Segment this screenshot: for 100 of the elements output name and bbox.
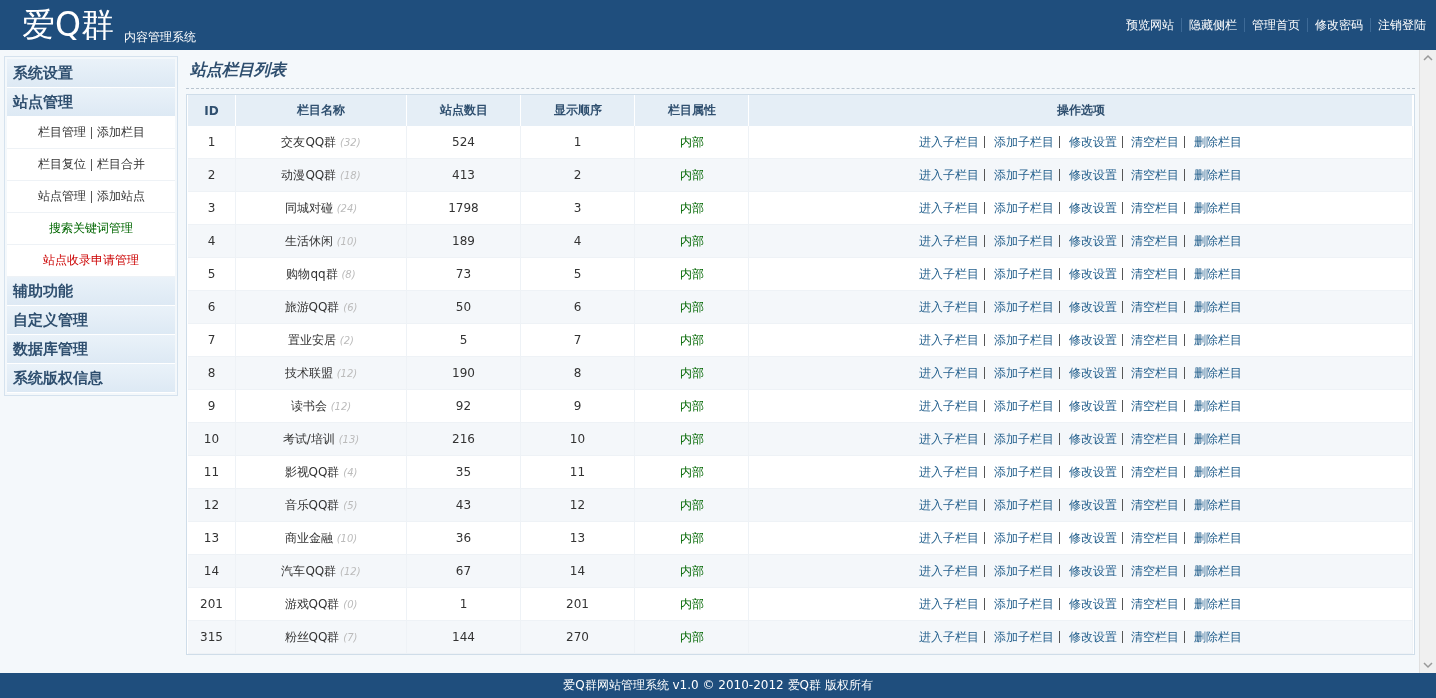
action-link[interactable]: 添加子栏目 [993,299,1054,314]
table-cell: 11 [520,455,635,489]
action-link[interactable]: 删除栏目 [1194,332,1243,347]
action-link[interactable]: 进入子栏目 [918,365,979,380]
sidebar-link[interactable]: 添加栏目 [96,124,145,141]
action-link[interactable]: 清空栏目 [1131,497,1180,512]
action-link[interactable]: 添加子栏目 [993,266,1054,281]
action-link[interactable]: 进入子栏目 [918,266,979,281]
sidebar-link[interactable]: 栏目管理 [37,124,86,141]
action-link[interactable]: 进入子栏目 [918,200,979,215]
header-link[interactable]: 注销登陆 [1378,16,1426,34]
sidebar-section-title[interactable]: 系统版权信息 [7,364,175,393]
action-link[interactable]: 清空栏目 [1131,563,1180,578]
action-link[interactable]: 删除栏目 [1194,299,1243,314]
action-link[interactable]: 添加子栏目 [993,233,1054,248]
action-link[interactable]: 清空栏目 [1131,167,1180,182]
action-link[interactable]: 添加子栏目 [993,497,1054,512]
action-link[interactable]: 修改设置 [1068,233,1117,248]
action-link[interactable]: 进入子栏目 [918,563,979,578]
sidebar-link[interactable]: 栏目复位 [37,156,86,173]
header-link[interactable]: 隐藏侧栏 [1189,16,1237,34]
action-link[interactable]: 清空栏目 [1131,233,1180,248]
action-link[interactable]: 修改设置 [1068,167,1117,182]
action-link[interactable]: 删除栏目 [1194,266,1243,281]
action-link[interactable]: 进入子栏目 [918,431,979,446]
header-link[interactable]: 预览网站 [1126,16,1174,34]
action-link[interactable]: 清空栏目 [1131,299,1180,314]
action-link[interactable]: 清空栏目 [1131,596,1180,611]
action-link[interactable]: 添加子栏目 [993,629,1054,644]
action-link[interactable]: 清空栏目 [1131,134,1180,149]
action-link[interactable]: 清空栏目 [1131,530,1180,545]
action-link[interactable]: 修改设置 [1068,596,1117,611]
action-link[interactable]: 添加子栏目 [993,167,1054,182]
action-link[interactable]: 修改设置 [1068,629,1117,644]
action-link[interactable]: 删除栏目 [1194,629,1243,644]
action-link[interactable]: 清空栏目 [1131,398,1180,413]
action-link[interactable]: 清空栏目 [1131,200,1180,215]
header-link[interactable]: 修改密码 [1315,16,1363,34]
action-link[interactable]: 修改设置 [1068,365,1117,380]
action-link[interactable]: 添加子栏目 [993,596,1054,611]
action-link[interactable]: 添加子栏目 [993,332,1054,347]
action-link[interactable]: 修改设置 [1068,563,1117,578]
action-link[interactable]: 添加子栏目 [993,464,1054,479]
sidebar-link[interactable]: 栏目合并 [96,156,145,173]
action-link[interactable]: 删除栏目 [1194,365,1243,380]
action-link[interactable]: 进入子栏目 [918,332,979,347]
action-link[interactable]: 清空栏目 [1131,431,1180,446]
action-link[interactable]: 进入子栏目 [918,497,979,512]
action-link[interactable]: 修改设置 [1068,530,1117,545]
action-link[interactable]: 进入子栏目 [918,167,979,182]
action-link[interactable]: 删除栏目 [1194,233,1243,248]
action-link[interactable]: 添加子栏目 [993,134,1054,149]
action-link[interactable]: 进入子栏目 [918,530,979,545]
action-link[interactable]: 删除栏目 [1194,167,1243,182]
action-link[interactable]: 修改设置 [1068,299,1117,314]
sidebar-section-title[interactable]: 系统设置 [7,59,175,88]
action-link[interactable]: 清空栏目 [1131,629,1180,644]
sidebar-section-title[interactable]: 数据库管理 [7,335,175,364]
action-link[interactable]: 删除栏目 [1194,596,1243,611]
action-link[interactable]: 进入子栏目 [918,398,979,413]
action-link[interactable]: 添加子栏目 [993,431,1054,446]
header-link[interactable]: 管理首页 [1252,16,1300,34]
action-link[interactable]: 清空栏目 [1131,464,1180,479]
action-link[interactable]: 清空栏目 [1131,332,1180,347]
action-link[interactable]: 添加子栏目 [993,563,1054,578]
action-link[interactable]: 修改设置 [1068,431,1117,446]
action-link[interactable]: 修改设置 [1068,200,1117,215]
table-cell: 92 [406,389,521,423]
action-link[interactable]: 添加子栏目 [993,365,1054,380]
action-link[interactable]: 删除栏目 [1194,530,1243,545]
action-link[interactable]: 删除栏目 [1194,431,1243,446]
action-link[interactable]: 修改设置 [1068,134,1117,149]
action-link[interactable]: 添加子栏目 [993,398,1054,413]
action-link[interactable]: 进入子栏目 [918,629,979,644]
action-link[interactable]: 修改设置 [1068,464,1117,479]
action-link[interactable]: 修改设置 [1068,332,1117,347]
action-link[interactable]: 删除栏目 [1194,563,1243,578]
scrollbar[interactable] [1419,50,1436,673]
action-link[interactable]: 清空栏目 [1131,365,1180,380]
action-link[interactable]: 进入子栏目 [918,596,979,611]
action-link[interactable]: 修改设置 [1068,266,1117,281]
action-link[interactable]: 进入子栏目 [918,233,979,248]
action-link[interactable]: 添加子栏目 [993,530,1054,545]
sidebar-link[interactable]: 站点管理 [37,188,86,205]
action-link[interactable]: 删除栏目 [1194,464,1243,479]
action-link[interactable]: 删除栏目 [1194,398,1243,413]
sidebar-section-title[interactable]: 站点管理 [7,88,175,117]
action-link[interactable]: 进入子栏目 [918,134,979,149]
sidebar-section-title[interactable]: 自定义管理 [7,306,175,335]
sidebar-section-title[interactable]: 辅助功能 [7,277,175,306]
action-link[interactable]: 修改设置 [1068,398,1117,413]
action-link[interactable]: 添加子栏目 [993,200,1054,215]
action-link[interactable]: 删除栏目 [1194,200,1243,215]
action-link[interactable]: 进入子栏目 [918,299,979,314]
sidebar-link[interactable]: 添加站点 [96,188,145,205]
action-link[interactable]: 删除栏目 [1194,134,1243,149]
action-link[interactable]: 删除栏目 [1194,497,1243,512]
action-link[interactable]: 进入子栏目 [918,464,979,479]
action-link[interactable]: 修改设置 [1068,497,1117,512]
action-link[interactable]: 清空栏目 [1131,266,1180,281]
